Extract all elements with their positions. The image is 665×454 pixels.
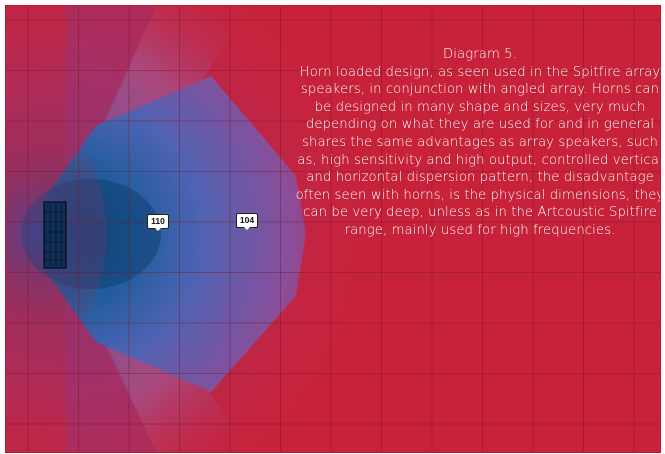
spl-marker-110: 110 xyxy=(147,214,169,232)
spl-marker-104: 104 xyxy=(236,213,258,231)
coverage-map: Diagram 5. Horn loaded design, as seen u… xyxy=(6,6,660,452)
caption-title: Diagram 5. xyxy=(443,47,517,62)
marker-pointer-icon xyxy=(243,226,251,230)
caption-body: Horn loaded design, as seen used in the … xyxy=(295,64,660,238)
marker-pointer-icon xyxy=(154,227,162,231)
speaker-array xyxy=(43,201,67,269)
diagram-caption: Diagram 5. Horn loaded design, as seen u… xyxy=(294,46,660,240)
